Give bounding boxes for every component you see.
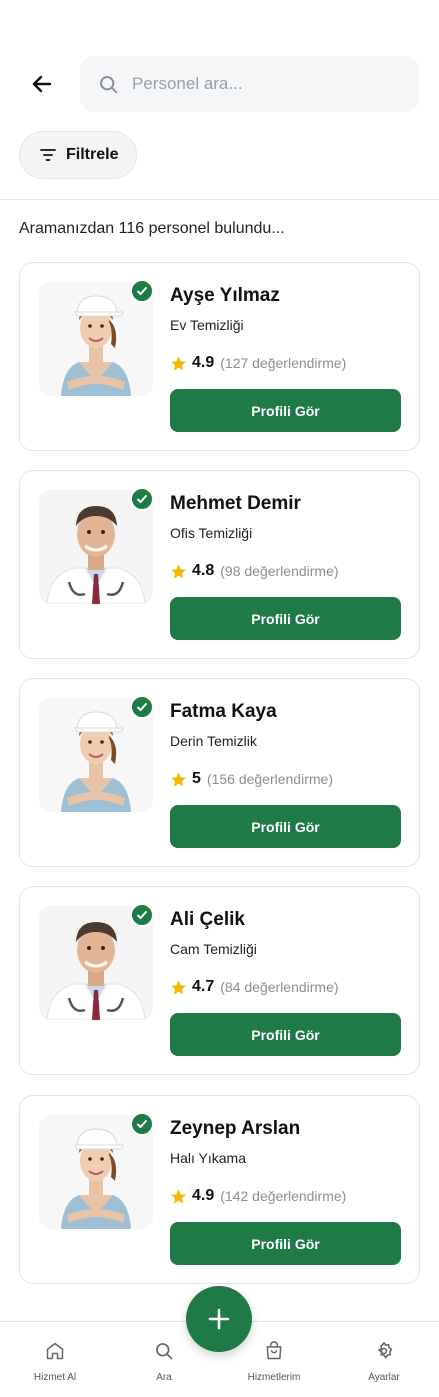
nav-label: Ara <box>156 1372 172 1383</box>
staff-name: Ayşe Yılmaz <box>170 285 280 306</box>
star-icon <box>170 771 187 788</box>
rating: 4.9 (142 değerlendirme) <box>170 1187 346 1205</box>
divider <box>0 199 439 200</box>
staff-card: Mehmet Demir Ofis Temizliği 4.8 (98 değerle… <box>19 470 420 659</box>
view-profile-button[interactable]: Profili Gör <box>170 1222 401 1265</box>
rating: 5 (156 değerlendirme) <box>170 770 333 788</box>
search-icon <box>153 1340 175 1362</box>
staff-service: Derin Temizlik <box>170 733 257 749</box>
search-icon <box>98 73 120 95</box>
staff-service: Halı Yıkama <box>170 1150 246 1166</box>
verified-check-icon <box>130 695 154 719</box>
rating-score: 4.9 <box>192 354 215 371</box>
add-button[interactable] <box>186 1286 252 1352</box>
arrow-left-icon <box>32 75 52 93</box>
rating: 4.9 (127 değerlendirme) <box>170 354 346 372</box>
view-profile-button[interactable]: Profili Gör <box>170 1013 401 1056</box>
view-profile-button[interactable]: Profili Gör <box>170 389 401 432</box>
nav-label: Hizmet Al <box>33 1372 77 1383</box>
staff-card: Ali Çelik Cam Temizliği 4.7 (84 değerlendir… <box>19 886 420 1075</box>
gear-icon <box>373 1340 395 1362</box>
nav-label: Hizmetlerim <box>247 1372 301 1383</box>
home-icon <box>44 1340 66 1362</box>
view-profile-button[interactable]: Profili Gör <box>170 597 401 640</box>
staff-name: Mehmet Demir <box>170 493 301 514</box>
rating-score: 4.8 <box>192 562 215 579</box>
header <box>0 56 439 112</box>
back-button[interactable] <box>24 68 60 100</box>
staff-card: Zeynep Arslan Halı Yıkama 4.9 (142 değerlen… <box>19 1095 420 1284</box>
star-icon <box>170 355 187 372</box>
review-count: (142 değerlendirme) <box>220 1188 347 1204</box>
star-icon <box>170 563 187 580</box>
review-count: (127 değerlendirme) <box>220 355 347 371</box>
staff-service: Ev Temizliği <box>170 317 244 333</box>
nav-item-ara[interactable]: Ara <box>124 1340 204 1383</box>
verified-check-icon <box>130 279 154 303</box>
view-profile-button[interactable]: Profili Gör <box>170 805 401 848</box>
star-icon <box>170 979 187 996</box>
search-input[interactable] <box>132 74 392 94</box>
staff-name: Zeynep Arslan <box>170 1118 301 1139</box>
nav-label: Ayarlar <box>368 1372 400 1383</box>
staff-name: Fatma Kaya <box>170 701 277 722</box>
verified-check-icon <box>130 487 154 511</box>
rating-score: 4.7 <box>192 978 215 995</box>
review-count: (156 değerlendirme) <box>206 771 333 787</box>
rating: 4.8 (98 değerlendirme) <box>170 562 339 580</box>
rating-score: 4.9 <box>192 1187 215 1204</box>
results-summary: Aramanızdan 116 personel bulundu... <box>19 220 285 237</box>
search-box <box>80 56 419 112</box>
nav-item-ayarlar[interactable]: Ayarlar <box>344 1340 424 1383</box>
bag-icon <box>263 1340 285 1362</box>
filter-icon <box>40 149 56 161</box>
rating: 4.7 (84 değerlendirme) <box>170 978 339 996</box>
nav-item-hizmet-al[interactable]: Hizmet Al <box>15 1340 95 1383</box>
staff-name: Ali Çelik <box>170 909 245 930</box>
plus-icon <box>208 1308 230 1330</box>
staff-card: Fatma Kaya Derin Temizlik 5 (156 değerlendi… <box>19 678 420 867</box>
review-count: (98 değerlendirme) <box>220 563 339 579</box>
review-count: (84 değerlendirme) <box>220 979 339 995</box>
staff-card: Ayşe Yılmaz Ev Temizliği 4.9 (127 değerlend… <box>19 262 420 451</box>
filter-button[interactable]: Filtrele <box>19 131 137 179</box>
nav-item-hizmetlerim[interactable]: Hizmetlerim <box>234 1340 314 1383</box>
verified-check-icon <box>130 903 154 927</box>
rating-score: 5 <box>192 770 201 787</box>
star-icon <box>170 1188 187 1205</box>
verified-check-icon <box>130 1112 154 1136</box>
staff-service: Cam Temizliği <box>170 941 257 957</box>
staff-service: Ofis Temizliği <box>170 525 253 541</box>
filter-label: Filtrele <box>66 146 119 163</box>
